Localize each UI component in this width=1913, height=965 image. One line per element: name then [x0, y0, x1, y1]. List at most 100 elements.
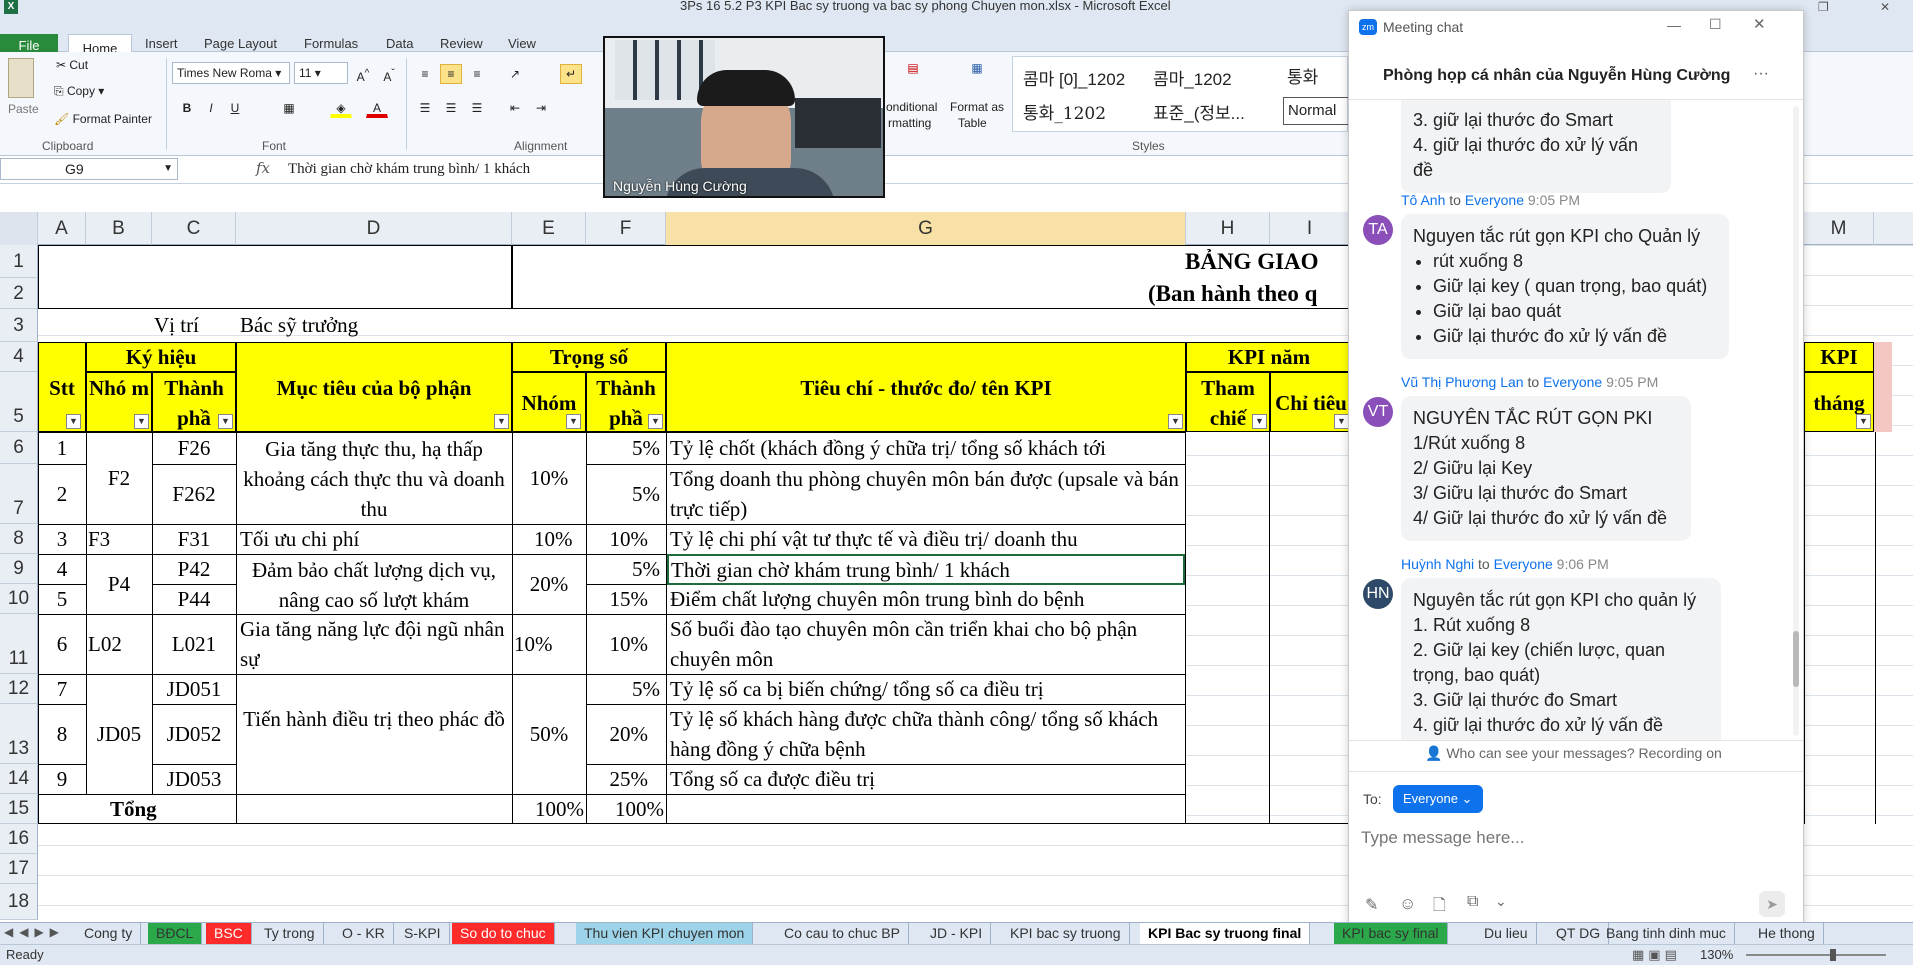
file-icon[interactable]: 🗋: [1433, 894, 1446, 921]
video-tile[interactable]: Nguyễn Hùng Cường: [603, 36, 885, 198]
cell-thanhphan[interactable]: L021: [152, 630, 236, 658]
shrink-font-icon[interactable]: Aˇ: [378, 64, 400, 84]
cell-ts-thanhphan[interactable]: 5%: [586, 480, 660, 508]
tab-formulas[interactable]: Formulas: [304, 36, 358, 51]
cell-muctieu[interactable]: Tối ưu chi phí: [240, 525, 359, 553]
col-header-g[interactable]: G: [666, 212, 1186, 245]
align-left-icon[interactable]: ☰: [414, 98, 436, 118]
zoom-level[interactable]: 130%: [1700, 947, 1733, 962]
col-header-e[interactable]: E: [512, 212, 586, 245]
conditional-formatting-label-2[interactable]: rmatting: [888, 116, 931, 130]
header-kpinam[interactable]: KPI năm: [1186, 342, 1352, 372]
sheet-tab-so-do-to-chuc[interactable]: So do to chuc: [452, 923, 555, 944]
cell-ts-thanhphan[interactable]: 25%: [586, 765, 649, 793]
style-comma[interactable]: 콤마_1202: [1153, 65, 1232, 90]
sheet-tab-bang-tinh-dinh-muc[interactable]: Bang tinh dinh muc: [1598, 923, 1735, 944]
cell-nhom[interactable]: L02: [88, 630, 122, 658]
increase-indent-icon[interactable]: ⇥: [530, 98, 552, 118]
zoom-slider-thumb[interactable]: [1830, 949, 1836, 961]
cell-kpi-selected[interactable]: Thời gian chờ khám trung bình/ 1 khách: [667, 554, 1185, 585]
col-header-i[interactable]: I: [1270, 212, 1350, 245]
align-bottom-icon[interactable]: ≡: [466, 64, 488, 84]
emoji-icon[interactable]: ☺: [1399, 894, 1416, 914]
privacy-notice[interactable]: 👤 Who can see your messages? Recording o…: [1425, 745, 1722, 762]
send-icon[interactable]: ➤: [1759, 891, 1785, 917]
sheet-tab-o-kr[interactable]: O - KR: [334, 923, 394, 944]
cell-stt[interactable]: 9: [38, 765, 86, 793]
decrease-indent-icon[interactable]: ⇤: [504, 98, 526, 118]
wrap-text-icon[interactable]: ↵: [560, 64, 582, 84]
sheet-tab-bsc[interactable]: BSC: [206, 923, 252, 944]
cell-stt[interactable]: 4: [38, 555, 86, 583]
sheet-tab-s-kpi[interactable]: S-KPI: [396, 923, 450, 944]
cell-total-nhom[interactable]: 100%: [512, 795, 584, 823]
cell-stt[interactable]: 8: [38, 720, 86, 748]
cell-ts-thanhphan[interactable]: 10%: [586, 630, 649, 658]
style-currency-1202[interactable]: 통화_1202: [1023, 99, 1106, 124]
close-window-icon[interactable]: ✕: [1880, 0, 1890, 14]
filter-dropdown-icon[interactable]: ▼: [134, 414, 149, 429]
cell-muctieu-jd[interactable]: Tiến hành điều trị theo phác đồ: [240, 704, 508, 734]
row-header[interactable]: 15: [0, 794, 38, 824]
cell-stt[interactable]: 1: [38, 434, 86, 462]
cell-thanhphan[interactable]: F26: [152, 434, 236, 462]
cell-stt[interactable]: 5: [38, 585, 86, 613]
cell-kpi[interactable]: Số buổi đào tạo chuyên môn cần triển kha…: [670, 614, 1182, 674]
row-header[interactable]: 1: [0, 245, 38, 278]
cell-nhom-jd05[interactable]: JD05: [86, 720, 152, 748]
header-trongso[interactable]: Trọng số: [512, 342, 666, 372]
cell-thanhphan[interactable]: P42: [152, 555, 236, 583]
cell-stt[interactable]: 3: [38, 525, 86, 553]
font-size-combo[interactable]: 11 ▾: [294, 62, 348, 84]
col-header-c[interactable]: C: [152, 212, 236, 245]
style-currency[interactable]: 통화: [1287, 63, 1318, 88]
align-top-icon[interactable]: ≡: [414, 64, 436, 84]
header-kyhieu[interactable]: Ký hiệu: [86, 342, 236, 372]
filter-dropdown-icon[interactable]: ▼: [1252, 414, 1267, 429]
sheet-tab-thu-vien-kpi[interactable]: Thu vien KPI chuyen mon: [576, 923, 754, 944]
format-as-table-label-2[interactable]: Table: [958, 116, 987, 130]
filter-dropdown-icon[interactable]: ▼: [66, 414, 81, 429]
sheet-tab-kpi-bac-sy-final[interactable]: KPI bac sy final: [1334, 923, 1448, 944]
cell-kpi[interactable]: Tổng số ca được điều trị: [670, 765, 1182, 793]
fx-icon[interactable]: fx: [256, 159, 270, 177]
filter-dropdown-icon[interactable]: ▼: [1168, 414, 1183, 429]
cell-thanhphan[interactable]: JD051: [152, 675, 236, 703]
cell-nhom-p4[interactable]: P4: [86, 570, 152, 598]
sheet-tab-co-cau-to-chuc[interactable]: Co cau to chuc BP: [776, 923, 909, 944]
conditional-formatting-label[interactable]: onditional: [886, 100, 937, 114]
header-muctieu[interactable]: Mục tiêu của bộ phận: [236, 342, 512, 432]
tab-data[interactable]: Data: [386, 36, 413, 51]
minimize-icon[interactable]: —: [1667, 17, 1681, 33]
format-text-icon[interactable]: ✎: [1365, 895, 1378, 915]
row-header[interactable]: 16: [0, 824, 38, 854]
cell-thanhphan[interactable]: F262: [152, 480, 236, 508]
cell-ts-thanhphan[interactable]: 20%: [586, 720, 649, 748]
conditional-formatting-icon[interactable]: ▤: [900, 58, 926, 84]
col-header-d[interactable]: D: [236, 212, 512, 245]
close-icon[interactable]: ✕: [1753, 15, 1766, 33]
cell-ts-nhom-f2[interactable]: 10%: [512, 464, 586, 492]
fill-color-icon[interactable]: ◈: [330, 98, 352, 118]
cell-thanhphan[interactable]: F31: [152, 525, 236, 553]
style-comma-0[interactable]: 콤마 [0]_1202: [1023, 65, 1125, 90]
row-header[interactable]: 8: [0, 524, 38, 554]
cell-ts-thanhphan[interactable]: 5%: [586, 675, 660, 703]
formula-input[interactable]: Thời gian chờ khám trung bình/ 1 khách: [288, 161, 530, 178]
cell-ts-nhom-p4[interactable]: 20%: [512, 570, 586, 598]
row-header[interactable]: 14: [0, 764, 38, 794]
col-header-b[interactable]: B: [86, 212, 152, 245]
chat-message-list[interactable]: 3. giữ lại thước đo Smart 4. giữ lại thư…: [1349, 100, 1803, 740]
row-header[interactable]: 13: [0, 704, 38, 764]
col-header-h[interactable]: H: [1186, 212, 1270, 245]
style-normal[interactable]: Normal: [1283, 97, 1349, 125]
cell-ts-nhom[interactable]: 10%: [534, 525, 573, 553]
view-buttons-icon[interactable]: ▦▣▤: [1632, 947, 1681, 963]
cell-nhom-f2[interactable]: F2: [86, 464, 152, 492]
row-header[interactable]: 18: [0, 884, 38, 920]
copy-button[interactable]: ⎘ Copy ▾: [54, 84, 104, 99]
row-header[interactable]: 11: [0, 614, 38, 674]
filter-dropdown-icon[interactable]: ▼: [1856, 414, 1871, 429]
cell-stt[interactable]: 7: [38, 675, 86, 703]
header-tieuchi[interactable]: Tiêu chí - thước đo/ tên KPI: [666, 342, 1186, 432]
